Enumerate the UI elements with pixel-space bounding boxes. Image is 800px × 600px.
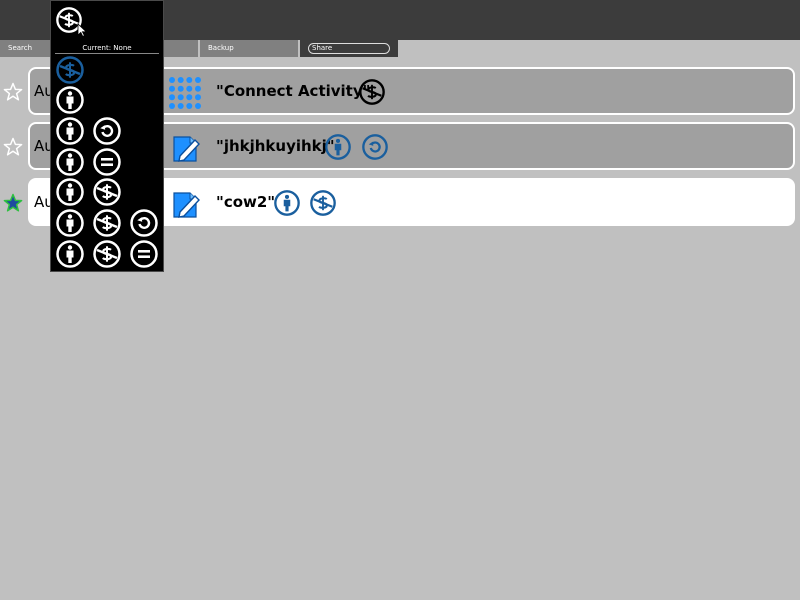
- current-license-label: Current: None: [82, 44, 132, 52]
- entry-title[interactable]: "cow2": [216, 193, 275, 211]
- cc-by-icon: [273, 189, 301, 217]
- cc-by-icon: [55, 116, 85, 146]
- cc-nc-icon: [92, 177, 122, 207]
- entry-title[interactable]: "Connect Activity": [216, 82, 370, 100]
- license-option[interactable]: [51, 208, 163, 238]
- cc-nc-icon: [92, 208, 122, 238]
- license-option[interactable]: [51, 55, 163, 85]
- cc-sa-icon: [129, 208, 159, 238]
- cc-nc-icon: [55, 55, 85, 85]
- entry-title[interactable]: "jhkjhkuyihkj": [216, 137, 335, 155]
- license-option[interactable]: [51, 177, 163, 207]
- toolbar-tab-segment[interactable]: [162, 40, 198, 57]
- backup-tab-label: Backup: [208, 44, 234, 52]
- cc-nc-icon: [92, 239, 122, 269]
- cc-by-icon: [55, 177, 85, 207]
- cc-sa-icon: [92, 116, 122, 146]
- palette-divider: [55, 53, 159, 54]
- cc-by-icon: [55, 239, 85, 269]
- search-tab-label: Search: [8, 44, 33, 52]
- favorite-star-icon[interactable]: [3, 193, 23, 213]
- cc-sa-icon: [361, 133, 389, 161]
- license-palette: Current: None: [50, 0, 164, 272]
- license-option[interactable]: [51, 116, 163, 146]
- license-option[interactable]: [51, 85, 163, 115]
- cc-nc-icon: [358, 78, 386, 106]
- grid-dots-icon[interactable]: [168, 76, 202, 110]
- share-input[interactable]: Share: [308, 43, 390, 54]
- license-option[interactable]: [51, 147, 163, 177]
- cc-nd-icon: [92, 147, 122, 177]
- cc-by-icon: [55, 147, 85, 177]
- license-option[interactable]: [51, 239, 163, 269]
- write-document-icon[interactable]: [168, 187, 202, 221]
- cc-by-icon: [55, 208, 85, 238]
- mouse-cursor-icon: [77, 23, 87, 37]
- favorite-star-icon[interactable]: [3, 137, 23, 157]
- cc-by-icon: [55, 85, 85, 115]
- share-tab[interactable]: Share: [300, 40, 398, 57]
- cc-by-icon: [324, 133, 352, 161]
- cc-nc-icon: [309, 189, 337, 217]
- cc-nd-icon: [129, 239, 159, 269]
- write-document-icon[interactable]: [168, 131, 202, 165]
- favorite-star-icon[interactable]: [3, 82, 23, 102]
- backup-tab[interactable]: Backup: [200, 40, 298, 57]
